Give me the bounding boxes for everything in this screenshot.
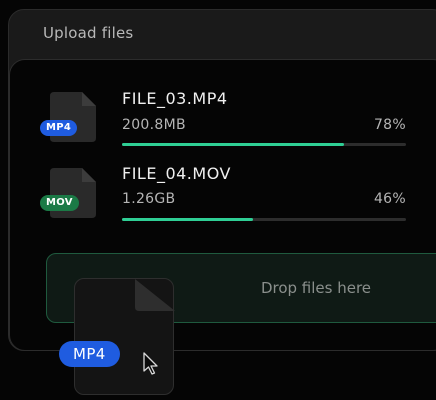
progress-fill xyxy=(122,143,344,146)
file-type-badge: MP4 xyxy=(40,120,78,136)
progress-bar xyxy=(122,143,406,146)
file-type-badge: MOV xyxy=(40,195,79,211)
panel-title: Upload files xyxy=(43,24,134,42)
file-icon: MP4 xyxy=(40,90,96,142)
dragged-file-card[interactable] xyxy=(74,278,175,395)
progress-bar xyxy=(122,218,406,221)
upload-percent: 46% xyxy=(373,191,406,207)
progress-fill xyxy=(122,218,253,221)
file-name: FILE_03.MP4 xyxy=(122,89,228,108)
file-icon: MOV xyxy=(40,166,96,218)
file-size: 200.8MB xyxy=(122,117,186,133)
dragged-file-type-badge: MP4 xyxy=(59,341,120,367)
file-name: FILE_04.MOV xyxy=(122,164,231,183)
cursor-arrow-icon xyxy=(143,352,158,375)
upload-percent: 78% xyxy=(373,117,406,133)
file-size: 1.26GB xyxy=(122,191,176,207)
